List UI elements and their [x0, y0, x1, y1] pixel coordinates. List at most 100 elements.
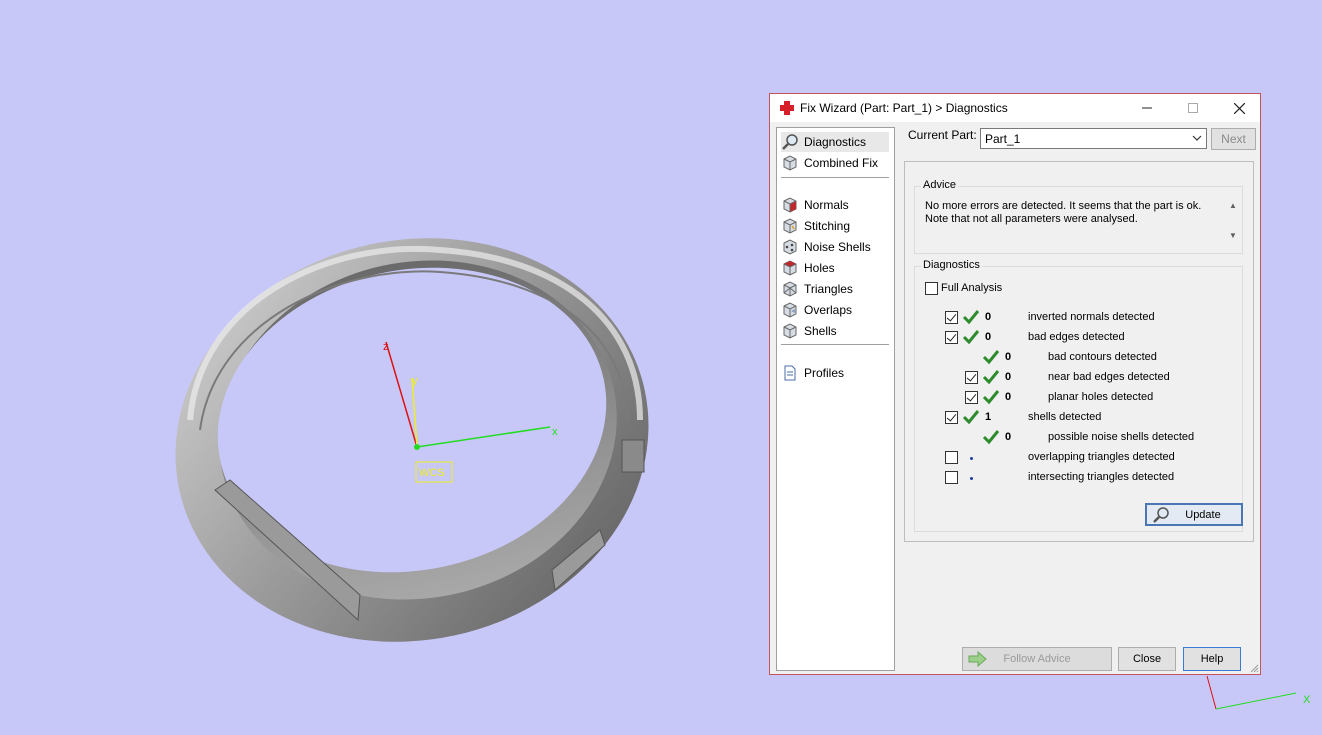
nav-label: Stitching	[804, 219, 851, 233]
row-text: near bad edges detected	[1048, 371, 1170, 383]
full-analysis-checkbox[interactable]	[925, 282, 938, 295]
scroll-up-icon[interactable]: ▲	[1229, 201, 1237, 210]
resize-grip-icon[interactable]	[1249, 663, 1259, 673]
red-cross-icon	[780, 101, 794, 115]
row-count: 0	[1005, 351, 1012, 363]
stitching-cube-icon	[783, 218, 797, 234]
update-button[interactable]: Update	[1145, 503, 1243, 526]
holes-cube-icon	[783, 260, 797, 276]
corner-axis-x-label: X	[1303, 694, 1311, 706]
ring-model	[175, 238, 649, 642]
title-bar[interactable]: Fix Wizard (Part: Part_1) > Diagnostics	[770, 94, 1260, 122]
intersecting-triangles-checkbox[interactable]	[945, 471, 958, 484]
pending-dot-icon	[970, 457, 973, 460]
ok-check-icon	[962, 410, 980, 425]
bad-edges-checkbox[interactable]	[945, 331, 958, 344]
minimize-button[interactable]	[1124, 94, 1170, 122]
ok-check-icon	[982, 430, 1000, 445]
noise-shells-icon	[783, 239, 797, 255]
wcs-label: WCS	[419, 467, 445, 479]
fix-wizard-nav: Diagnostics Combined Fix Normals Stitchi…	[776, 127, 895, 671]
minimize-icon	[1142, 107, 1152, 109]
row-text: bad contours detected	[1048, 351, 1157, 363]
row-text: inverted normals detected	[1028, 311, 1155, 323]
row-count: 0	[985, 331, 992, 343]
axis-x-label: x	[552, 426, 558, 438]
diagnostics-label: Diagnostics	[921, 259, 982, 271]
nav-label: Holes	[804, 261, 835, 275]
row-text: bad edges detected	[1028, 331, 1125, 343]
magnifier-icon	[782, 134, 798, 150]
fix-wizard-dialog: Fix Wizard (Part: Part_1) > Diagnostics …	[769, 93, 1261, 675]
full-analysis-label: Full Analysis	[941, 282, 1003, 294]
axis-y-label: y	[412, 375, 418, 387]
close-button[interactable]: Close	[1118, 647, 1176, 671]
nav-item-diagnostics[interactable]: Diagnostics	[781, 132, 889, 152]
nav-item-stitching[interactable]: Stitching	[781, 216, 889, 236]
nav-divider	[781, 344, 889, 345]
nav-label: Overlaps	[804, 303, 853, 317]
diagnostics-group: Diagnostics Full Analysis 0 inverted nor…	[914, 259, 1243, 532]
pending-dot-icon	[970, 477, 973, 480]
row-text: intersecting triangles detected	[1028, 471, 1175, 483]
inverted-normals-checkbox[interactable]	[945, 311, 958, 324]
nav-item-normals[interactable]: Normals	[781, 195, 889, 215]
follow-advice-label: Follow Advice	[1003, 653, 1071, 665]
normals-cube-icon	[783, 197, 797, 213]
nav-item-noise-shells[interactable]: Noise Shells	[781, 237, 889, 257]
nav-item-shells[interactable]: Shells	[781, 321, 889, 341]
ok-check-icon	[962, 310, 980, 325]
current-part-select[interactable]: Part_1	[980, 128, 1207, 149]
diagnostics-panel: Advice No more errors are detected. It s…	[904, 161, 1254, 542]
shells-cube-icon	[783, 323, 797, 339]
nav-item-profiles[interactable]: Profiles	[781, 363, 889, 383]
close-icon	[1233, 102, 1245, 114]
corner-axis-indicator: X	[1206, 675, 1311, 710]
cube-icon	[783, 155, 797, 171]
nav-label: Combined Fix	[804, 156, 879, 170]
nav-item-overlaps[interactable]: Overlaps	[781, 300, 889, 320]
maximize-icon	[1188, 103, 1198, 113]
current-part-value: Part_1	[985, 132, 1021, 146]
axis-z-label: z	[383, 341, 389, 353]
close-window-button[interactable]	[1216, 94, 1262, 122]
follow-advice-button[interactable]: Follow Advice	[962, 647, 1112, 671]
row-count: 0	[1005, 371, 1012, 383]
nav-item-triangles[interactable]: Triangles	[781, 279, 889, 299]
chevron-down-icon	[1192, 135, 1202, 141]
planar-holes-checkbox[interactable]	[965, 391, 978, 404]
arrow-right-icon	[968, 650, 987, 668]
nav-item-holes[interactable]: Holes	[781, 258, 889, 278]
scroll-down-icon[interactable]: ▼	[1229, 231, 1237, 240]
shells-checkbox[interactable]	[945, 411, 958, 424]
nav-label: Triangles	[804, 282, 853, 296]
ok-check-icon	[982, 390, 1000, 405]
row-count: 0	[985, 311, 992, 323]
update-label: Update	[1185, 509, 1221, 521]
nav-label: Profiles	[804, 366, 845, 380]
advice-scrollbar[interactable]: ▲ ▼	[1226, 199, 1240, 245]
nav-divider	[781, 177, 889, 178]
nav-label: Noise Shells	[804, 240, 871, 254]
row-count: 1	[985, 411, 992, 423]
near-bad-edges-checkbox[interactable]	[965, 371, 978, 384]
overlapping-triangles-checkbox[interactable]	[945, 451, 958, 464]
current-part-label: Current Part:	[908, 128, 977, 142]
nav-label: Normals	[804, 198, 849, 212]
ok-check-icon	[982, 350, 1000, 365]
row-text: planar holes detected	[1048, 391, 1154, 403]
next-button[interactable]: Next	[1211, 128, 1256, 150]
maximize-button[interactable]	[1170, 94, 1216, 122]
row-count: 0	[1005, 431, 1012, 443]
help-button[interactable]: Help	[1183, 647, 1241, 671]
advice-group: Advice No more errors are detected. It s…	[914, 179, 1243, 254]
nav-item-combined-fix[interactable]: Combined Fix	[781, 153, 889, 173]
triangles-cube-icon	[783, 281, 797, 297]
nav-label: Shells	[804, 324, 837, 338]
row-text: overlapping triangles detected	[1028, 451, 1175, 463]
document-icon	[784, 365, 796, 381]
row-count: 0	[1005, 391, 1012, 403]
ok-check-icon	[962, 330, 980, 345]
ok-check-icon	[982, 370, 1000, 385]
row-text: shells detected	[1028, 411, 1102, 423]
